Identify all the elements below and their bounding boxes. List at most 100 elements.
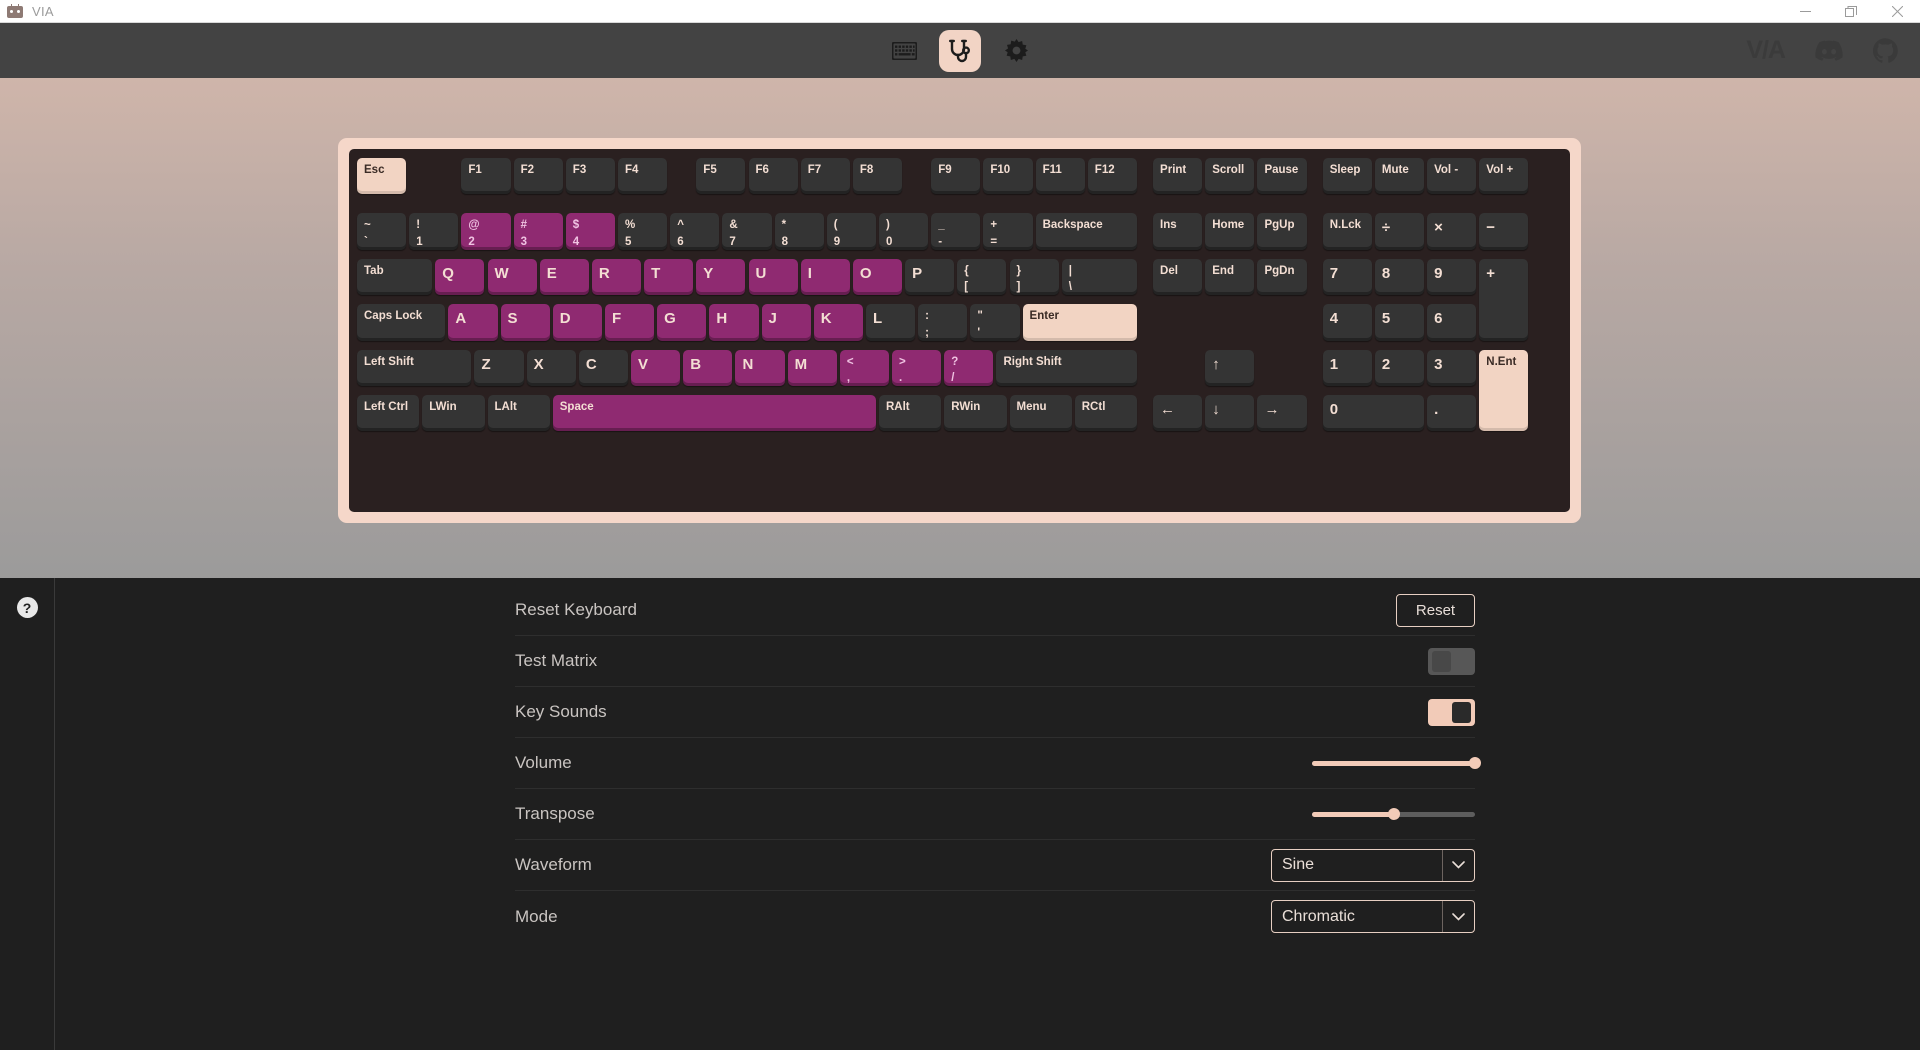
key-f12[interactable]: F12 bbox=[1087, 158, 1137, 195]
key-h[interactable]: H bbox=[709, 304, 759, 341]
slider-thumb[interactable] bbox=[1387, 808, 1400, 820]
select-mode[interactable]: Chromatic bbox=[1271, 900, 1475, 933]
key-backspace[interactable]: Backspace bbox=[1035, 213, 1137, 250]
key-tab[interactable]: Tab bbox=[357, 258, 433, 296]
key-i[interactable]: I bbox=[800, 258, 850, 296]
key-end[interactable]: End bbox=[1205, 258, 1255, 296]
key-mute[interactable]: Mute bbox=[1374, 158, 1425, 195]
key-n-ent[interactable]: N.Ent bbox=[1479, 349, 1529, 432]
key-space[interactable]: Space bbox=[552, 395, 876, 432]
key-left-ctrl[interactable]: Left Ctrl bbox=[357, 395, 420, 432]
key-7[interactable]: & 7 bbox=[722, 213, 772, 250]
key-s[interactable]: S bbox=[500, 304, 550, 341]
key-[interactable]: {[ bbox=[957, 258, 1007, 296]
key-2[interactable]: 2 bbox=[1374, 349, 1425, 386]
key-r[interactable]: R bbox=[591, 258, 642, 296]
key-f1[interactable]: F1 bbox=[461, 158, 511, 195]
key-f8[interactable]: F8 bbox=[852, 158, 903, 195]
key-pause[interactable]: Pause bbox=[1257, 158, 1307, 195]
key-print[interactable]: Print bbox=[1153, 158, 1203, 195]
key-[interactable]: + bbox=[1479, 258, 1529, 341]
key-rctl[interactable]: RCtl bbox=[1074, 395, 1137, 432]
key-[interactable]: → bbox=[1257, 395, 1307, 432]
key-q[interactable]: Q bbox=[435, 258, 485, 296]
slider-transpose[interactable] bbox=[1312, 806, 1475, 822]
key-ralt[interactable]: RAlt bbox=[879, 395, 942, 432]
key-9[interactable]: 9 bbox=[1427, 258, 1477, 296]
github-link[interactable] bbox=[1873, 38, 1898, 63]
key-7[interactable]: 7 bbox=[1322, 258, 1372, 296]
key-1[interactable]: ! 1 bbox=[409, 213, 459, 250]
key-k[interactable]: K bbox=[813, 304, 863, 341]
key-esc[interactable]: Esc bbox=[357, 158, 407, 195]
help-icon[interactable]: ? bbox=[16, 597, 38, 618]
key-[interactable]: }] bbox=[1009, 258, 1059, 296]
slider-volume[interactable] bbox=[1312, 755, 1481, 771]
key-f2[interactable]: F2 bbox=[513, 158, 563, 195]
key-w[interactable]: W bbox=[487, 258, 537, 296]
key-ins[interactable]: Ins bbox=[1153, 213, 1203, 250]
key-[interactable]: | \ bbox=[1061, 258, 1137, 296]
key-8[interactable]: 8 bbox=[1374, 258, 1425, 296]
key-menu[interactable]: Menu bbox=[1009, 395, 1072, 432]
tab-keyboard[interactable] bbox=[883, 30, 925, 72]
key-e[interactable]: E bbox=[539, 258, 589, 296]
key-m[interactable]: M bbox=[787, 349, 837, 386]
toggle-key-sounds[interactable] bbox=[1428, 698, 1475, 726]
key-[interactable]: × bbox=[1427, 213, 1477, 250]
key-f4[interactable]: F4 bbox=[618, 158, 668, 195]
key-f9[interactable]: F9 bbox=[931, 158, 981, 195]
key-5[interactable]: % 5 bbox=[618, 213, 668, 250]
key-f7[interactable]: F7 bbox=[800, 158, 850, 195]
key-0[interactable]: 0 bbox=[1322, 395, 1425, 432]
key-3[interactable]: 3 bbox=[1427, 349, 1477, 386]
reset-button[interactable]: Reset bbox=[1396, 593, 1475, 627]
key-lalt[interactable]: LAlt bbox=[487, 395, 550, 432]
key-4[interactable]: $4 bbox=[565, 213, 615, 250]
key-y[interactable]: Y bbox=[696, 258, 746, 296]
select-waveform[interactable]: Sine bbox=[1271, 848, 1475, 882]
tab-test[interactable] bbox=[939, 29, 981, 72]
key-[interactable]: − bbox=[1479, 213, 1529, 250]
key-left-shift[interactable]: Left Shift bbox=[357, 349, 472, 386]
key-rwin[interactable]: RWin bbox=[944, 395, 1007, 432]
key-6[interactable]: 6 bbox=[1427, 304, 1477, 341]
key-d[interactable]: D bbox=[552, 304, 602, 341]
key-0[interactable]: ) 0 bbox=[879, 213, 929, 250]
key-6[interactable]: ^ 6 bbox=[670, 213, 720, 250]
tab-settings[interactable] bbox=[995, 30, 1037, 72]
key-f11[interactable]: F11 bbox=[1035, 158, 1085, 195]
key-f3[interactable]: F3 bbox=[565, 158, 615, 195]
key-home[interactable]: Home bbox=[1205, 213, 1255, 250]
key-3[interactable]: #3 bbox=[513, 213, 563, 250]
key-[interactable]: :; bbox=[918, 304, 968, 341]
key-2[interactable]: @2 bbox=[461, 213, 511, 250]
key-n-lck[interactable]: N.Lck bbox=[1322, 213, 1372, 250]
key-[interactable]: . bbox=[1427, 395, 1477, 432]
key-del[interactable]: Del bbox=[1153, 258, 1203, 296]
key-caps-lock[interactable]: Caps Lock bbox=[357, 304, 446, 341]
key-8[interactable]: * 8 bbox=[774, 213, 824, 250]
key-4[interactable]: 4 bbox=[1322, 304, 1372, 341]
key-f6[interactable]: F6 bbox=[748, 158, 798, 195]
key-c[interactable]: C bbox=[578, 349, 629, 386]
key-n[interactable]: N bbox=[735, 349, 785, 386]
key-[interactable]: >. bbox=[892, 349, 942, 386]
key-[interactable]: ? / bbox=[944, 349, 994, 386]
minimize-button[interactable] bbox=[1782, 0, 1828, 23]
discord-link[interactable] bbox=[1815, 40, 1843, 61]
key-o[interactable]: O bbox=[852, 258, 903, 296]
key-9[interactable]: (9 bbox=[826, 213, 876, 250]
key-pgdn[interactable]: PgDn bbox=[1257, 258, 1307, 296]
key-p[interactable]: P bbox=[905, 258, 955, 296]
key-[interactable]: + = bbox=[983, 213, 1033, 250]
key-[interactable]: " ' bbox=[970, 304, 1020, 341]
key-x[interactable]: X bbox=[526, 349, 576, 386]
key-b[interactable]: B bbox=[683, 349, 733, 386]
key-v[interactable]: V bbox=[631, 349, 681, 386]
key-u[interactable]: U bbox=[748, 258, 798, 296]
key-vol[interactable]: Vol - bbox=[1427, 158, 1477, 195]
toggle-test-matrix[interactable] bbox=[1428, 647, 1475, 675]
key-f5[interactable]: F5 bbox=[696, 158, 746, 195]
key-g[interactable]: G bbox=[657, 304, 707, 341]
